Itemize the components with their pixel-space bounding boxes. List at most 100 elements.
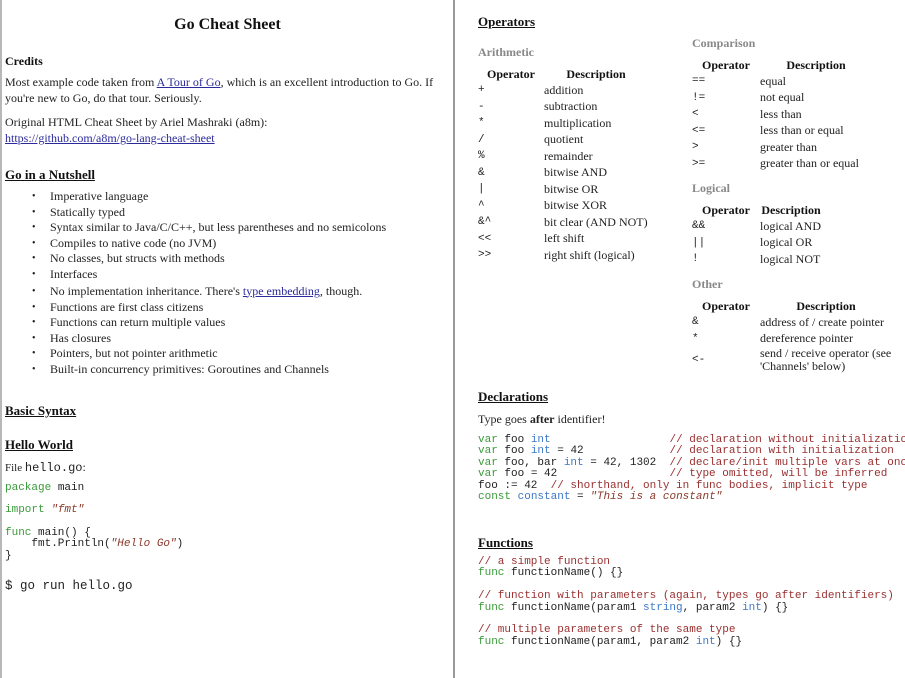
file-label: File hello.go: — [5, 459, 86, 476]
code-type: int — [563, 456, 584, 469]
description-cell: remainder — [544, 148, 593, 163]
table-row: % remainder — [478, 148, 648, 165]
table-row: & bitwise AND — [478, 165, 648, 182]
code-keyword: import — [5, 504, 45, 516]
code-keyword: var — [478, 468, 498, 481]
hello-code-import: import "fmt" — [5, 504, 85, 516]
code-text: fmt.Println( — [5, 538, 111, 551]
list-item: Imperative language — [32, 189, 386, 205]
operator-cell: >= — [692, 157, 706, 170]
code-text: ) — [176, 538, 184, 551]
table-row: / quotient — [478, 132, 648, 149]
logical-title: Logical — [692, 181, 730, 195]
code-comment: // shorthand, only in func bodies, impli… — [550, 479, 868, 492]
list-item: Functions are first class citizens — [32, 300, 386, 316]
declarations-heading: Declarations — [478, 389, 549, 404]
hello-code-package: package main — [5, 482, 84, 494]
comparison-table-body: == equal != not equal < less than <= less than … — [692, 73, 872, 172]
table-row: & address of / create pointer — [692, 314, 892, 331]
intro-bold: after — [529, 412, 555, 426]
code-text: foo := 42 — [478, 479, 551, 492]
list-item: Syntax similar to Java/C/C++, but less p… — [32, 220, 386, 236]
column-header: Operator — [702, 298, 750, 313]
list-item: Interfaces — [32, 267, 386, 283]
code-string: "Hello Go" — [110, 538, 177, 551]
other-table-body: & address of / create pointer * dereference… — [692, 314, 892, 373]
code-type: constant — [517, 490, 571, 503]
code-comment: // declaration with initialization — [669, 445, 894, 458]
code-text: functionName(param1, param2 — [504, 635, 696, 648]
nutshell-heading: Go in a Nutshell — [5, 167, 95, 182]
credits-paragraph-2: Original HTML Cheat Sheet by Ariel Mashr… — [5, 114, 268, 146]
credits-text-line2: you're new to Go, do that tour. Seriousl… — [5, 91, 202, 105]
operator-cell: * — [478, 117, 485, 130]
operator-cell: ^ — [478, 199, 485, 212]
code-keyword: package — [5, 482, 52, 494]
operator-cell: ! — [692, 253, 699, 266]
table-row: << left shift — [478, 231, 648, 248]
operator-cell: + — [478, 84, 485, 97]
logical-table-body: && logical AND || logical OR! logical NOT — [692, 218, 822, 268]
description-cell: address of / create pointer — [760, 314, 884, 329]
operator-cell: &^ — [478, 216, 492, 229]
code-text: = 42, 1302 — [583, 456, 670, 469]
code-comment: // declaration without initialization — [669, 434, 905, 446]
operators-heading: Operators — [478, 14, 536, 29]
functions-code: // a simple function func functionName() … — [478, 556, 894, 648]
functions-heading: Functions — [478, 535, 533, 550]
table-row: >= greater than or equal — [692, 156, 872, 173]
description-cell: not equal — [760, 90, 805, 105]
comparison-title: Comparison — [692, 36, 756, 50]
code-line: const constant = "This is a constant" — [478, 490, 905, 503]
table-row: <= less than or equal — [692, 123, 872, 140]
run-command: $ go run hello.go — [5, 579, 133, 593]
code-text: = — [570, 490, 591, 503]
operator-cell: <- — [692, 354, 706, 366]
intro-text-after: identifier! — [554, 412, 606, 426]
left-page: Go Cheat Sheet Credits Most example code… — [0, 0, 455, 678]
description-cell: less than or equal — [760, 123, 844, 138]
logical-table: Operator Description && logical AND || logi… — [692, 202, 822, 268]
operator-cell: > — [692, 141, 699, 154]
operator-cell: & — [478, 166, 485, 179]
description-cell: right shift (logical) — [544, 247, 635, 262]
code-text: functionName() {} — [504, 567, 624, 580]
operator-cell: - — [478, 100, 485, 113]
list-item: Built-in concurrency primitives: Gorouti… — [32, 362, 386, 378]
code-line: func functionName(param1 string, param2 … — [478, 601, 894, 614]
column-header: Operator — [702, 57, 750, 72]
github-link[interactable]: https://github.com/a8m/go-lang-cheat-she… — [5, 131, 215, 145]
table-row: == equal — [692, 73, 872, 90]
description-cell: less than — [760, 106, 802, 121]
type-embedding-link[interactable]: type embedding — [243, 284, 320, 298]
table-row: ! logical NOT — [692, 251, 822, 268]
code-string: "fmt" — [51, 504, 85, 516]
table-row: < less than — [692, 106, 872, 123]
description-cell: quotient — [544, 132, 584, 147]
intro-text: Type goes — [478, 412, 530, 426]
original-credit-text: Original HTML Cheat Sheet by Ariel Mashr… — [5, 115, 268, 129]
operator-cell: & — [692, 316, 699, 329]
code-keyword: var — [478, 445, 498, 458]
code-keyword: func — [5, 527, 32, 539]
description-cell: send / receive operator (see 'Channels' … — [760, 346, 892, 373]
table-row: - subtraction — [478, 99, 648, 116]
table-row: ^ bitwise XOR — [478, 198, 648, 215]
comparison-table: Operator Description == equal != not equal <… — [692, 57, 872, 172]
operator-cell: <= — [692, 124, 706, 137]
code-type: int — [742, 601, 762, 614]
description-cell: subtraction — [544, 99, 598, 114]
code-keyword: var — [478, 456, 498, 469]
hello-world-heading: Hello World — [5, 437, 74, 452]
tour-of-go-link[interactable]: A Tour of Go — [157, 75, 221, 89]
code-keyword: const — [478, 490, 512, 503]
list-item: Has closures — [32, 331, 386, 347]
code-keyword: var — [478, 434, 498, 446]
description-cell: greater than — [760, 139, 817, 154]
list-item: Compiles to native code (no JVM) — [32, 236, 386, 252]
credits-paragraph-1: Most example code taken from A Tour of G… — [5, 74, 433, 106]
credits-heading: Credits — [5, 54, 43, 68]
table-row: &^ bit clear (AND NOT) — [478, 214, 648, 231]
operator-cell: != — [692, 91, 706, 104]
